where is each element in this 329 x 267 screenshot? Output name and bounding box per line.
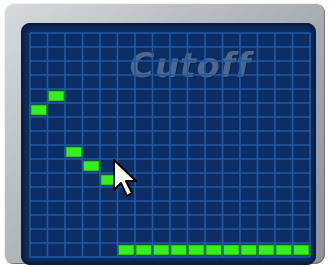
grid-lines: [29, 32, 311, 258]
step-marker-10[interactable]: [188, 244, 205, 256]
step-marker-2[interactable]: [48, 90, 65, 102]
step-marker-12[interactable]: [223, 244, 240, 256]
step-marker-3[interactable]: [65, 146, 82, 158]
step-marker-13[interactable]: [240, 244, 257, 256]
step-marker-11[interactable]: [205, 244, 222, 256]
step-marker-6[interactable]: [118, 244, 135, 256]
step-grid[interactable]: [0, 0, 329, 267]
step-marker-9[interactable]: [170, 244, 187, 256]
step-marker-8[interactable]: [153, 244, 170, 256]
step-marker-4[interactable]: [83, 160, 100, 172]
step-marker-16[interactable]: [293, 244, 310, 256]
step-marker-14[interactable]: [258, 244, 275, 256]
step-marker-15[interactable]: [275, 244, 292, 256]
step-marker-7[interactable]: [135, 244, 152, 256]
step-marker-1[interactable]: [30, 104, 47, 116]
